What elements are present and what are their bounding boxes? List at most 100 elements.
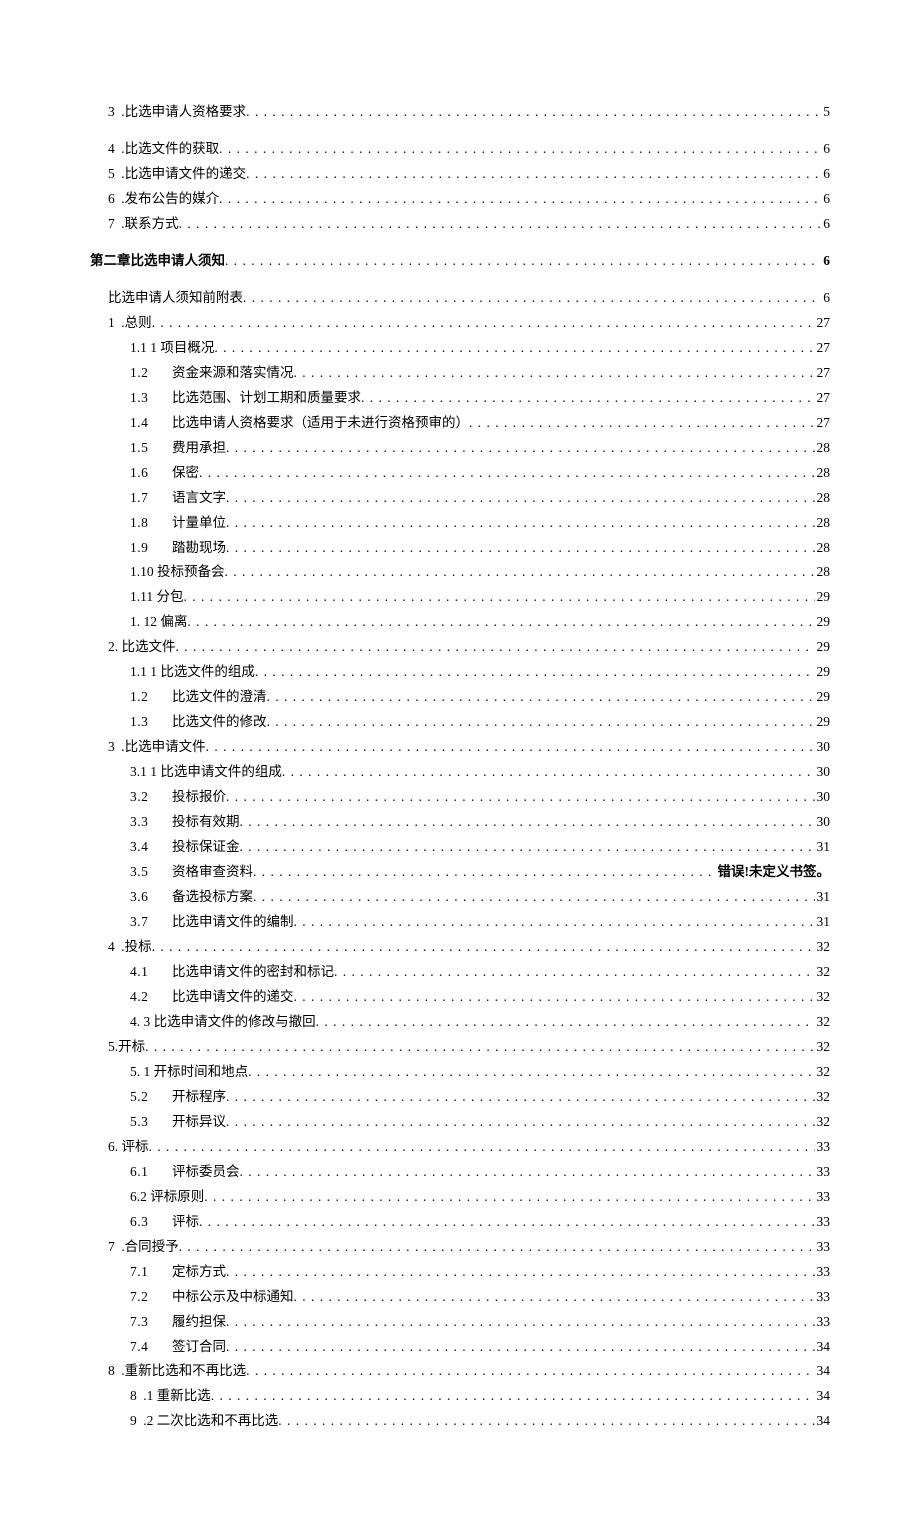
toc-entry-page: 33 (815, 1285, 831, 1310)
toc-leader-dots (219, 187, 821, 212)
toc-entry-page: 6 (821, 137, 830, 162)
toc-entry-title: 5. 1 开标时间和地点 (130, 1060, 248, 1085)
toc-entry: 3.3投标有效期30 (90, 810, 830, 835)
toc-entry-title: .联系方式 (121, 212, 178, 237)
toc-entry-title: 备选投标方案 (172, 885, 253, 910)
toc-entry-page: 32 (815, 1085, 831, 1110)
toc-entry-page: 29 (815, 685, 831, 710)
toc-entry-page: 29 (815, 635, 831, 660)
toc-entry-title: 1.10 投标预备会 (130, 560, 225, 585)
toc-leader-dots (176, 635, 815, 660)
toc-entry-number: 4 (108, 935, 121, 960)
toc-entry: 4.2比选申请文件的递交32 (90, 985, 830, 1010)
toc-section-spacer (90, 125, 830, 137)
toc-entry-page: 6 (821, 212, 830, 237)
toc-leader-dots (226, 785, 815, 810)
toc-entry-page: 30 (815, 810, 831, 835)
toc-entry-number: 1.4 (130, 411, 172, 436)
toc-entry-title: .比选文件的获取 (121, 137, 219, 162)
toc-entry-number: 7.1 (130, 1260, 172, 1285)
toc-leader-dots (255, 660, 815, 685)
toc-entry: 1.1 1 项目概况27 (90, 336, 830, 361)
toc-entry: 3 .比选申请文件30 (90, 735, 830, 760)
toc-leader-dots (294, 985, 815, 1010)
toc-entry-title: 费用承担 (172, 436, 226, 461)
toc-leader-dots (246, 162, 821, 187)
toc-entry-title: .总则 (121, 311, 151, 336)
toc-entry-page: 30 (815, 785, 831, 810)
toc-leader-dots (334, 960, 815, 985)
toc-entry-page: 27 (815, 311, 831, 336)
toc-entry-title: 比选文件的修改 (172, 710, 267, 735)
toc-leader-dots (152, 311, 815, 336)
toc-entry-number: 5 (108, 162, 121, 187)
toc-entry-page: 33 (815, 1210, 831, 1235)
toc-entry-page: 29 (815, 710, 831, 735)
toc-leader-dots (204, 1185, 814, 1210)
toc-entry: 1.10 投标预备会28 (90, 560, 830, 585)
toc-entry-page: 33 (815, 1185, 831, 1210)
toc-entry-number: 7.2 (130, 1285, 172, 1310)
toc-entry-page: 6 (821, 249, 830, 274)
toc-entry-title: 中标公示及中标通知 (172, 1285, 294, 1310)
toc-entry-page: 32 (815, 1060, 831, 1085)
toc-entry-page: 34 (815, 1335, 831, 1360)
toc-entry: 5.比选申请文件的递交 6 (90, 162, 830, 187)
toc-entry-page: 29 (815, 660, 831, 685)
toc-leader-dots (243, 286, 821, 311)
toc-entry-title: 6. 评标 (108, 1135, 149, 1160)
toc-entry: 5. 1 开标时间和地点 32 (90, 1060, 830, 1085)
toc-entry-title: 评标 (172, 1210, 199, 1235)
toc-entry-number: 6.3 (130, 1210, 172, 1235)
toc-entry-title: .比选申请文件的递交 (121, 162, 246, 187)
toc-entry-number: 4 (108, 137, 121, 162)
toc-entry-page: 33 (815, 1160, 831, 1185)
toc-entry: 5.3开标异议32 (90, 1110, 830, 1135)
toc-leader-dots (225, 249, 821, 274)
toc-entry: 1.3比选范围、计划工期和质量要求27 (90, 386, 830, 411)
toc-entry-title: 4. 3 比选申请文件的修改与撤回 (130, 1010, 316, 1035)
toc-entry-number: 3.7 (130, 910, 172, 935)
toc-leader-dots (469, 411, 815, 436)
toc-leader-dots (294, 1285, 815, 1310)
toc-entry-page: 32 (815, 960, 831, 985)
toc-leader-dots (294, 361, 815, 386)
toc-entry-number: 1.5 (130, 436, 172, 461)
toc-entry-page: 34 (815, 1409, 831, 1434)
toc-section-spacer (90, 237, 830, 249)
toc-entry-number: 3.5 (130, 860, 172, 885)
toc-entry: 7.2中标公示及中标通知 33 (90, 1285, 830, 1310)
toc-leader-dots (294, 910, 815, 935)
toc-entry-title: 保密 (172, 461, 199, 486)
toc-entry: 5.2开标程序32 (90, 1085, 830, 1110)
toc-leader-dots (253, 885, 815, 910)
toc-leader-dots (240, 810, 815, 835)
toc-entry-title: 定标方式 (172, 1260, 226, 1285)
toc-entry-title: 3.1 1 比选申请文件的组成 (130, 760, 282, 785)
toc-entry-number: 7 (108, 1235, 121, 1260)
toc-entry-title: 比选文件的澄清 (172, 685, 267, 710)
toc-leader-dots (316, 1010, 815, 1035)
toc-entry-page: 33 (815, 1135, 831, 1160)
toc-entry-title: 1.11 分包 (130, 585, 184, 610)
toc-entry-page: 33 (815, 1260, 831, 1285)
toc-entry-title: 语言文字 (172, 486, 226, 511)
toc-entry-title: .1 重新比选 (143, 1384, 211, 1409)
toc-leader-dots (226, 436, 815, 461)
toc-entry-title: .2 二次比选和不再比选 (143, 1409, 278, 1434)
toc-entry-number: 1.2 (130, 361, 172, 386)
toc-leader-dots (226, 1335, 815, 1360)
toc-leader-dots (179, 212, 822, 237)
toc-entry-page: 31 (815, 835, 831, 860)
toc-entry-title: 评标委员会 (172, 1160, 240, 1185)
toc-entry-number: 1.6 (130, 461, 172, 486)
toc-leader-dots (240, 835, 815, 860)
toc-entry: 9 .2 二次比选和不再比选34 (90, 1409, 830, 1434)
toc-entry: 3.4投标保证金31 (90, 835, 830, 860)
toc-entry-title: 计量单位 (172, 511, 226, 536)
toc-leader-dots (199, 461, 815, 486)
toc-entry-page: 28 (815, 536, 831, 561)
toc-leader-dots (267, 685, 815, 710)
toc-section-spacer (90, 274, 830, 286)
toc-entry-page: 6 (821, 162, 830, 187)
